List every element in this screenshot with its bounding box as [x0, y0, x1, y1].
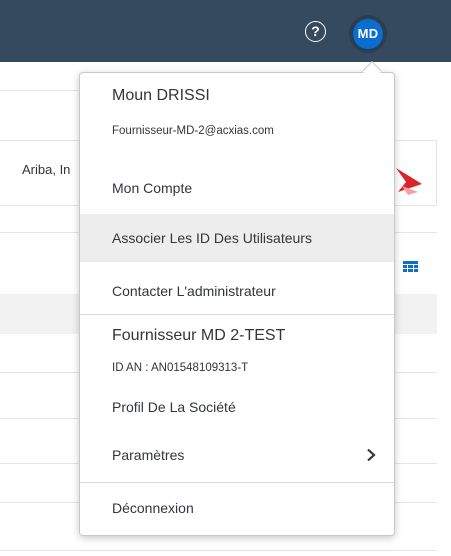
- user-menu-popover: Moun DRISSI Fournisseur-MD-2@acxias.com …: [79, 72, 395, 536]
- help-icon[interactable]: ?: [305, 21, 326, 42]
- menu-item-associer-ids[interactable]: Associer Les ID Des Utilisateurs: [80, 214, 394, 262]
- chevron-right-icon: [367, 448, 376, 462]
- menu-item-label: Paramètres: [112, 447, 185, 463]
- company-text: Ariba, In: [22, 162, 71, 177]
- user-email: Fournisseur-MD-2@acxias.com: [112, 125, 274, 137]
- menu-item-mon-compte[interactable]: Mon Compte: [80, 164, 394, 212]
- menu-item-contacter-admin[interactable]: Contacter L'administrateur: [80, 267, 394, 315]
- divider: [0, 90, 80, 91]
- an-id: ID AN : AN01548109313-T: [112, 362, 249, 374]
- menu-separator: [80, 314, 394, 315]
- table-view-icon[interactable]: [403, 261, 418, 272]
- company-name: Fournisseur MD 2-TEST: [112, 327, 286, 344]
- menu-separator: [80, 482, 394, 483]
- user-avatar-button[interactable]: MD: [353, 19, 383, 49]
- menu-item-profil-societe[interactable]: Profil De La Société: [80, 383, 394, 431]
- user-name: Moun DRISSI: [112, 87, 210, 104]
- table-row-divider: [0, 550, 437, 551]
- ariba-logo-icon: [396, 168, 422, 195]
- menu-item-parametres[interactable]: Paramètres: [80, 431, 394, 479]
- menu-item-deconnexion[interactable]: Déconnexion: [80, 484, 394, 532]
